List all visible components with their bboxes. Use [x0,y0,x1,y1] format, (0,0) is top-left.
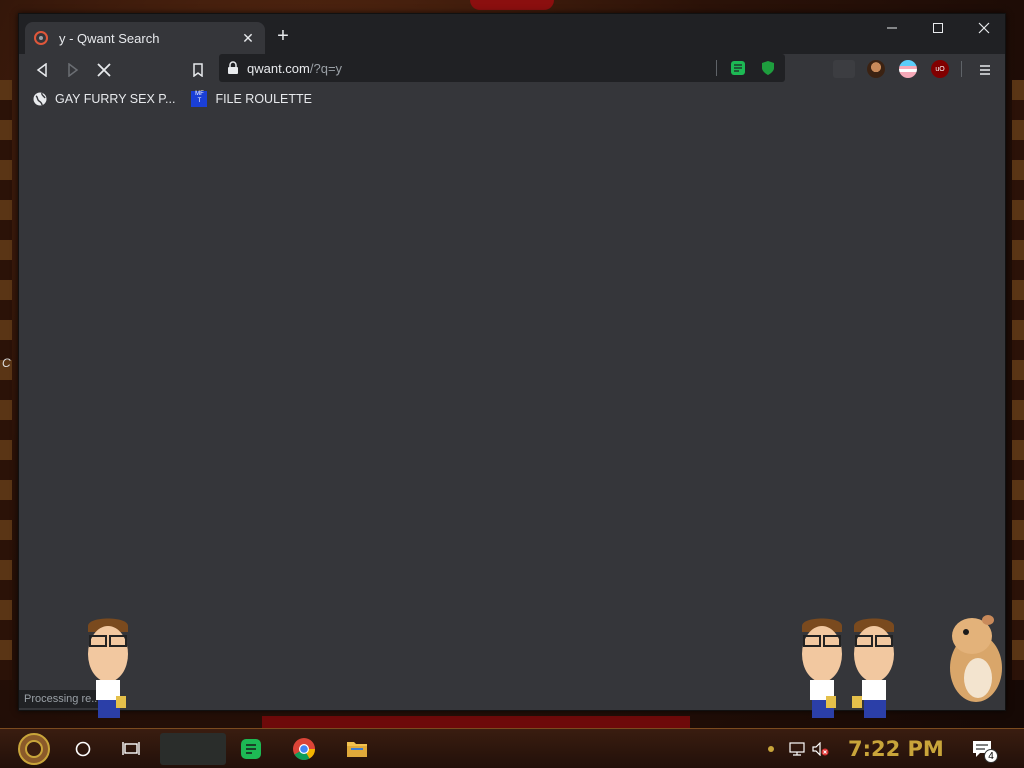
stop-loading-icon [97,63,111,77]
minimize-button[interactable] [869,14,915,42]
url-host: qwant.com [247,60,310,76]
lock-icon [228,61,238,74]
omnibox-divider [716,60,717,76]
tab-title: y - Qwant Search [59,30,160,46]
character-sprite-right-1 [802,618,842,718]
bookmarks-bar: GAY FURRY SEX P... MF T FILE ROULETTE [19,86,1005,112]
search-button[interactable] [70,733,96,765]
ublock-extension-icon[interactable]: uO [931,60,949,78]
chrome-icon [293,738,315,760]
hamster-sprite [950,615,1002,702]
active-tab[interactable]: y - Qwant Search ✕ [25,22,265,54]
globe-icon [33,92,47,106]
search-circle-icon [75,741,91,757]
close-window-button[interactable] [961,14,1005,42]
action-center-button[interactable]: 4 [968,733,998,765]
taskbar-clock[interactable]: 7:22 PM [848,737,944,761]
folder-icon [347,742,367,757]
taskbar: 7:22 PM 4 [0,728,1024,768]
taskbar-notes-app[interactable] [236,733,266,765]
taskbar-blank-slot [160,733,226,765]
bookmark-icon [193,63,203,77]
forward-icon [68,63,79,77]
wallpaper-gear-right [1012,80,1024,680]
browser-window: y - Qwant Search ✕ + qwant.com/?q=y uO G… [18,13,1006,711]
notes-app-icon [241,739,261,759]
menu-icon [980,65,990,75]
menu-button[interactable] [974,59,996,81]
task-view-icon [122,742,140,755]
toolbar-divider [961,61,962,77]
maximize-button[interactable] [915,14,961,42]
shield-extension-icon[interactable] [759,59,777,77]
qwant-favicon-icon [33,30,49,46]
back-icon [36,63,47,77]
network-tray-button[interactable] [786,733,808,765]
bookmark-label: GAY FURRY SEX P... [55,92,176,106]
tray-overflow-icon[interactable] [764,733,778,765]
wallpaper-red-bar [262,716,690,728]
character-sprite-right-2 [852,618,894,718]
file-roulette-icon: MF T [191,91,208,107]
tab-close-icon[interactable]: ✕ [239,30,257,47]
start-button[interactable] [10,731,58,767]
wallpaper-red-dome [470,0,554,10]
blank-extension-icon[interactable] [833,60,855,78]
forward-button[interactable] [62,59,84,81]
bookmark-item-2[interactable]: MF T FILE ROULETTE [191,91,312,107]
browser-toolbar: qwant.com/?q=y uO [19,54,1005,82]
taskbar-file-explorer[interactable] [342,733,372,765]
bookmark-page-button[interactable] [187,59,209,81]
desktop-text-fragment: C [2,356,11,370]
gear-start-icon [18,733,50,765]
task-view-button[interactable] [118,733,144,765]
muted-speaker-icon [812,742,829,756]
volume-tray-button[interactable] [810,733,832,765]
bookmark-label: FILE ROULETTE [215,92,312,106]
url-text: qwant.com/?q=y [247,61,706,76]
taskbar-chrome-app[interactable] [288,733,320,765]
avatar-extension-icon[interactable] [867,60,885,78]
network-icon [789,742,805,756]
new-tab-button[interactable]: + [271,24,295,48]
wallpaper-gear-left [0,80,12,680]
trans-flag-extension-icon[interactable] [899,60,917,78]
notification-count-badge: 4 [984,749,998,763]
address-bar[interactable]: qwant.com/?q=y [219,54,785,82]
stop-button[interactable] [93,59,115,81]
title-bar: y - Qwant Search ✕ + [19,14,1005,54]
character-sprite-left [88,618,128,718]
url-path: /?q=y [309,60,343,76]
bookmark-item-1[interactable]: GAY FURRY SEX P... [33,92,175,106]
notes-extension-icon[interactable] [729,59,747,77]
back-button[interactable] [31,59,53,81]
